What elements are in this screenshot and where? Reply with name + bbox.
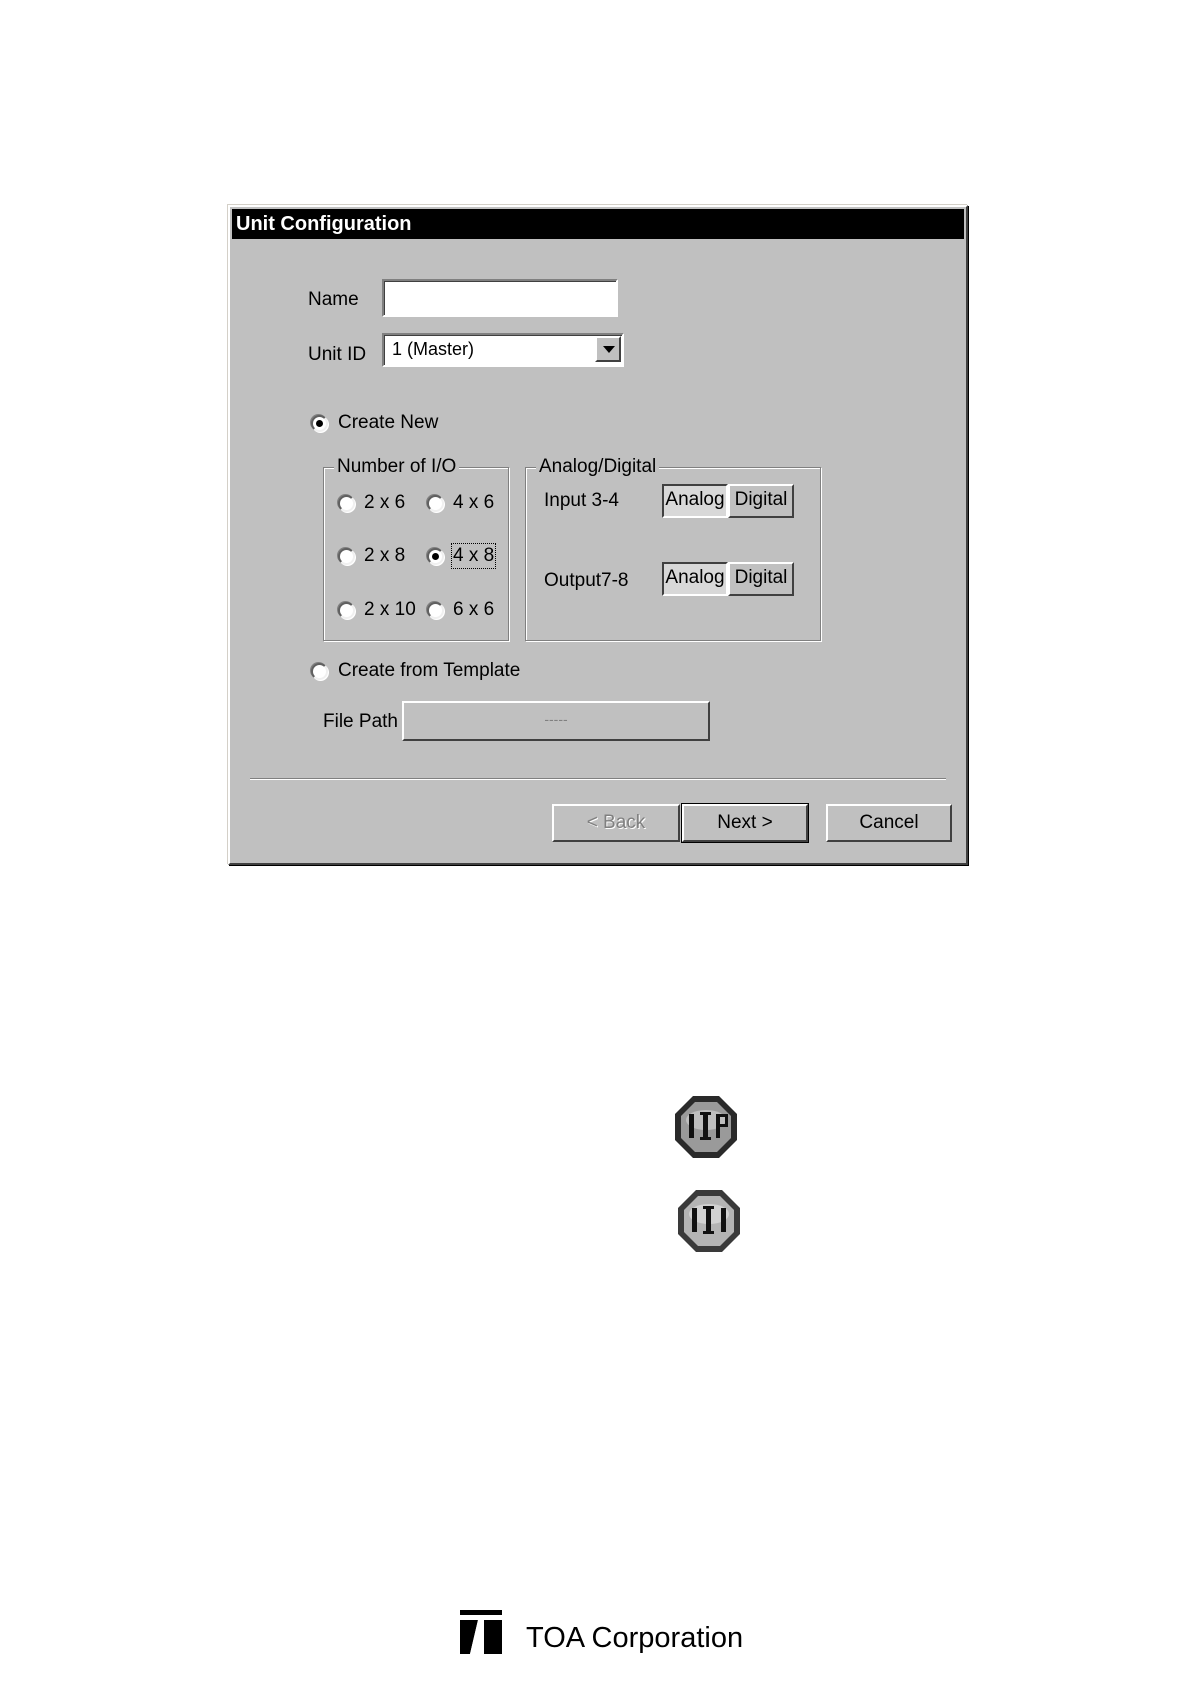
io-2x8-label: 2 x 8	[364, 545, 406, 566]
uip-icon	[673, 1094, 739, 1160]
toa-logo-icon	[458, 1608, 504, 1656]
io-6x6-label: 6 x 6	[453, 599, 495, 620]
ui-icon	[676, 1188, 742, 1254]
create-from-template-label: Create from Template	[338, 660, 521, 681]
separator	[250, 778, 946, 780]
create-new-label: Create New	[338, 412, 439, 433]
output-analog-button[interactable]: Analog	[662, 562, 728, 596]
unit-id-value: 1 (Master)	[392, 339, 475, 359]
input-digital-button[interactable]: Digital	[728, 484, 794, 518]
io-2x10-label: 2 x 10	[364, 599, 416, 620]
io-2x6-radio[interactable]	[338, 495, 355, 512]
input-analog-button[interactable]: Analog	[662, 484, 728, 518]
input-3-4-label: Input 3-4	[544, 490, 619, 511]
output-digital-button[interactable]: Digital	[728, 562, 794, 596]
output-7-8-label: Output7-8	[544, 570, 629, 591]
next-button[interactable]: Next >	[681, 803, 809, 843]
analog-digital-group: Analog/Digital Input 3-4 Analog Digital …	[525, 456, 821, 641]
unit-configuration-dialog: Unit Configuration Name Unit ID 1 (Maste…	[228, 205, 968, 865]
file-path-label: File Path	[323, 711, 398, 732]
dialog-title: Unit Configuration	[232, 209, 964, 239]
io-2x6-label: 2 x 6	[364, 492, 406, 513]
io-4x6-label: 4 x 6	[453, 492, 495, 513]
io-2x10-radio[interactable]	[338, 602, 355, 619]
create-from-template-radio[interactable]	[311, 663, 328, 680]
unit-id-label: Unit ID	[308, 344, 367, 365]
create-new-radio[interactable]	[311, 415, 328, 432]
file-path-button[interactable]: -----	[402, 701, 710, 741]
analog-digital-group-title: Analog/Digital	[536, 456, 660, 478]
chevron-down-icon[interactable]	[595, 336, 621, 362]
io-count-group: Number of I/O 2 x 6 4 x 6 2 x 8 4 x 8 2 …	[323, 456, 509, 641]
name-label: Name	[308, 289, 359, 310]
io-count-group-title: Number of I/O	[334, 456, 460, 478]
io-4x8-radio[interactable]	[427, 548, 444, 565]
io-4x6-radio[interactable]	[427, 495, 444, 512]
io-4x8-label: 4 x 8	[450, 543, 497, 569]
name-input[interactable]	[382, 279, 618, 317]
io-6x6-radio[interactable]	[427, 602, 444, 619]
unit-id-select[interactable]: 1 (Master)	[382, 333, 624, 367]
cancel-button[interactable]: Cancel	[826, 804, 952, 842]
company-name: TOA Corporation	[526, 1622, 744, 1654]
back-button[interactable]: < Back	[552, 804, 680, 842]
io-2x8-radio[interactable]	[338, 548, 355, 565]
